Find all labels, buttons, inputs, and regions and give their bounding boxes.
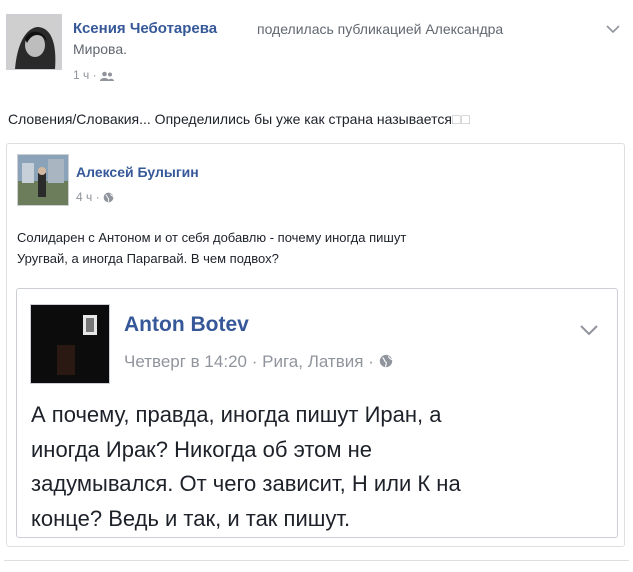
missing-glyphs: □□ (451, 111, 471, 127)
shared-time[interactable]: 4 ч (76, 190, 92, 204)
chevron-down-icon[interactable] (579, 324, 599, 337)
avatar-photo (31, 305, 109, 383)
avatar-photo (7, 15, 61, 69)
post-footer-divider (4, 560, 629, 561)
shared-author-avatar[interactable] (17, 154, 69, 206)
chevron-down-icon[interactable] (606, 24, 620, 34)
inner-text-line: задумывался. От чего зависит, Н или К на (31, 471, 461, 496)
post-timestamp[interactable]: 1 ч · (73, 68, 114, 82)
post-author-avatar[interactable] (6, 14, 62, 70)
shared-text-line: Солидарен с Антоном и от себя добавлю - … (17, 230, 407, 245)
inner-text: А почему, правда, иногда пишут Иран, а и… (31, 398, 461, 536)
inner-time[interactable]: Четверг в 14:20 (124, 352, 247, 371)
inner-location[interactable]: Рига, Латвия (262, 352, 363, 371)
post-author-name[interactable]: Ксения Чеботарева (73, 20, 217, 37)
inner-text-line: иногда Ирак? Никогда об этом не (31, 436, 373, 462)
post-text: Словения/Словакия... Определились бы уже… (8, 110, 471, 129)
shared-text: Солидарен с Антоном и от себя добавлю - … (17, 227, 406, 269)
separator-dot: · (92, 68, 100, 82)
post-action-line2: Мирова. (73, 41, 128, 57)
inner-author-avatar[interactable] (30, 304, 110, 384)
post-action-line1: поделилась публикацией Александра (257, 21, 504, 37)
friends-icon (99, 71, 114, 81)
inner-text-line: конце? Ведь и так, и так пишут. (31, 505, 351, 531)
separator-dot: · (95, 190, 103, 204)
post-time[interactable]: 1 ч (73, 68, 89, 82)
separator-dot: · (368, 352, 374, 371)
shared-text-line: Уругвай, а иногда Парагвай. В чем подвох… (17, 251, 279, 266)
avatar-photo (18, 155, 68, 205)
post-text-body: Словения/Словакия... Определились бы уже… (8, 111, 452, 127)
shared-author-name[interactable]: Алексей Булыгин (76, 164, 199, 180)
globe-icon (103, 192, 114, 203)
separator-dot: · (251, 352, 258, 371)
inner-author-name[interactable]: Anton Botev (124, 313, 249, 337)
inner-text-line: А почему, правда, иногда пишут Иран, а (31, 402, 442, 427)
shared-timestamp[interactable]: 4 ч · (76, 190, 114, 204)
globe-icon (379, 354, 392, 368)
inner-timestamp[interactable]: Четверг в 14:20 · Рига, Латвия · (124, 352, 393, 372)
